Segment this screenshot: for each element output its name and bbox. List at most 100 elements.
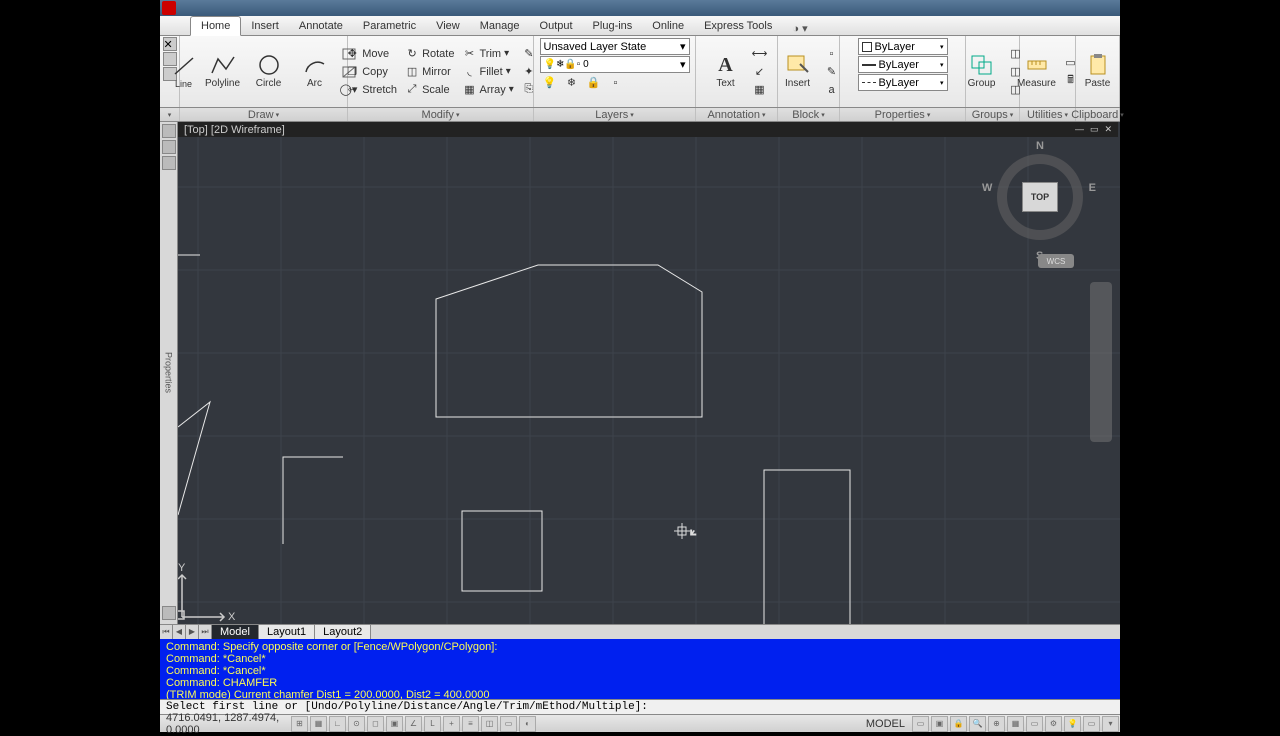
- stretch-button[interactable]: ⇿Stretch: [342, 81, 400, 98]
- dimension-button[interactable]: ⟷: [750, 45, 770, 62]
- 3dosnap-toggle[interactable]: ▣: [386, 716, 403, 732]
- viewport[interactable]: Properties [Top] [2D Wireframe] — ▭ ✕: [160, 122, 1120, 624]
- panel-label-utilities[interactable]: Utilities: [1020, 108, 1076, 121]
- layout-last-icon[interactable]: ⏭: [199, 625, 212, 639]
- tab-plugins[interactable]: Plug-ins: [583, 17, 643, 35]
- layer-lock-button[interactable]: 🔒: [584, 74, 604, 91]
- layer-iso-button[interactable]: 💡: [540, 74, 560, 91]
- status-btn-i[interactable]: 💡: [1064, 716, 1081, 732]
- tab-view[interactable]: View: [426, 17, 470, 35]
- layout-tab-2[interactable]: Layout2: [315, 625, 371, 639]
- layout-next-icon[interactable]: ▶: [186, 625, 199, 639]
- panel-label-groups[interactable]: Groups: [966, 108, 1020, 121]
- snap-toggle[interactable]: ⊞: [291, 716, 308, 732]
- qp-toggle[interactable]: ▭: [500, 716, 517, 732]
- osnap-toggle[interactable]: ◻: [367, 716, 384, 732]
- layer-freeze-button[interactable]: ❄: [562, 74, 582, 91]
- array-button[interactable]: ▦Array ▾: [459, 81, 516, 98]
- circle-button[interactable]: Circle: [247, 54, 291, 89]
- tpy-toggle[interactable]: ◫: [481, 716, 498, 732]
- sc-toggle[interactable]: ◐: [519, 716, 536, 732]
- layout-tab-model[interactable]: Model: [212, 625, 259, 639]
- panel-label-clipboard[interactable]: Clipboard: [1076, 108, 1120, 121]
- viewcube[interactable]: TOP N S E W: [990, 142, 1090, 252]
- scale-button[interactable]: ⤢Scale: [402, 81, 457, 98]
- polar-toggle[interactable]: ⊙: [348, 716, 365, 732]
- lineweight-combo[interactable]: ByLayer: [858, 56, 948, 73]
- status-btn-h[interactable]: ⚙: [1045, 716, 1062, 732]
- compass-w[interactable]: W: [982, 182, 992, 194]
- panel-label-modify[interactable]: Modify: [348, 108, 534, 121]
- drawing-canvas[interactable]: X Y ⟀: [178, 137, 1120, 624]
- paste-button[interactable]: Paste: [1076, 54, 1120, 89]
- layout-tab-1[interactable]: Layout1: [259, 625, 315, 639]
- tab-home[interactable]: Home: [190, 16, 241, 36]
- model-space-label[interactable]: MODEL: [860, 718, 911, 730]
- tab-manage[interactable]: Manage: [470, 17, 530, 35]
- rotate-button[interactable]: ↻Rotate: [402, 45, 457, 62]
- insert-button[interactable]: Insert: [776, 54, 820, 89]
- leader-button[interactable]: ↙: [750, 63, 770, 80]
- status-btn-j[interactable]: ▭: [1083, 716, 1100, 732]
- measure-button[interactable]: Measure: [1015, 54, 1059, 89]
- otrack-toggle[interactable]: ∠: [405, 716, 422, 732]
- palette-pin-icon[interactable]: [162, 140, 176, 154]
- status-btn-f[interactable]: ▦: [1007, 716, 1024, 732]
- line-button[interactable]: Line: [169, 55, 199, 89]
- create-block-button[interactable]: ▫: [822, 45, 842, 62]
- layout-first-icon[interactable]: ⏮: [160, 625, 173, 639]
- viewport-maximize-icon[interactable]: ▭: [1090, 124, 1099, 135]
- ducs-toggle[interactable]: L: [424, 716, 441, 732]
- properties-palette-label[interactable]: Properties: [164, 352, 174, 393]
- edit-block-button[interactable]: ✎: [822, 63, 842, 80]
- tab-output[interactable]: Output: [530, 17, 583, 35]
- mirror-button[interactable]: ◫Mirror: [402, 63, 457, 80]
- layer-color-button[interactable]: ▫: [606, 74, 626, 91]
- status-btn-c[interactable]: 🔒: [950, 716, 967, 732]
- navigation-bar[interactable]: [1090, 282, 1112, 442]
- table-button[interactable]: ▦: [750, 81, 770, 98]
- dyn-toggle[interactable]: +: [443, 716, 460, 732]
- layer-combo[interactable]: 💡❄🔒▫ 0 ▾: [540, 56, 690, 73]
- trim-button[interactable]: ✂Trim ▾: [459, 45, 516, 62]
- status-tray-icon[interactable]: ▾: [1102, 716, 1119, 732]
- polyline-button[interactable]: Polyline: [201, 54, 245, 89]
- viewcube-face[interactable]: TOP: [1022, 182, 1058, 212]
- viewport-close-icon[interactable]: ✕: [1104, 124, 1112, 135]
- lwt-toggle[interactable]: ≡: [462, 716, 479, 732]
- panel-label-draw[interactable]: Draw: [180, 108, 348, 121]
- group-button[interactable]: Group: [960, 54, 1004, 89]
- tab-annotate[interactable]: Annotate: [289, 17, 353, 35]
- tab-insert[interactable]: Insert: [241, 17, 289, 35]
- linetype-combo[interactable]: ByLayer: [858, 74, 948, 91]
- arc-button[interactable]: Arc: [293, 54, 337, 89]
- compass-e[interactable]: E: [1089, 182, 1096, 194]
- palette-menu-icon[interactable]: [162, 156, 176, 170]
- status-btn-a[interactable]: ▭: [912, 716, 929, 732]
- panel-label-block[interactable]: Block: [778, 108, 840, 121]
- copy-button[interactable]: ❐Copy: [342, 63, 400, 80]
- palette-props-icon[interactable]: [162, 606, 176, 620]
- tab-express[interactable]: Express Tools: [694, 17, 782, 35]
- status-btn-d[interactable]: 🔍: [969, 716, 986, 732]
- wcs-badge[interactable]: WCS: [1038, 254, 1074, 268]
- panel-label-layers[interactable]: Layers: [534, 108, 696, 121]
- block-attr-button[interactable]: a: [822, 81, 842, 98]
- layout-prev-icon[interactable]: ◀: [173, 625, 186, 639]
- status-btn-b[interactable]: ▣: [931, 716, 948, 732]
- command-prompt[interactable]: Select first line or [Undo/Polyline/Dist…: [160, 699, 1120, 714]
- fillet-button[interactable]: ◟Fillet ▾: [459, 63, 516, 80]
- panel-label-properties[interactable]: Properties: [840, 108, 966, 121]
- ribbon-collapse-icon[interactable]: ◑ ▾: [792, 22, 807, 35]
- coordinates[interactable]: 4716.0491, 1287.4974, 0.0000: [160, 712, 290, 736]
- viewport-minimize-icon[interactable]: —: [1075, 124, 1084, 135]
- layer-state-combo[interactable]: Unsaved Layer State▾: [540, 38, 690, 55]
- grid-toggle[interactable]: ▦: [310, 716, 327, 732]
- color-combo[interactable]: ByLayer: [858, 38, 948, 55]
- move-button[interactable]: ✥Move: [342, 45, 400, 62]
- panel-label-annotation[interactable]: Annotation: [696, 108, 778, 121]
- ortho-toggle[interactable]: ∟: [329, 716, 346, 732]
- compass-n[interactable]: N: [1036, 140, 1044, 152]
- tab-parametric[interactable]: Parametric: [353, 17, 426, 35]
- status-btn-g[interactable]: ▭: [1026, 716, 1043, 732]
